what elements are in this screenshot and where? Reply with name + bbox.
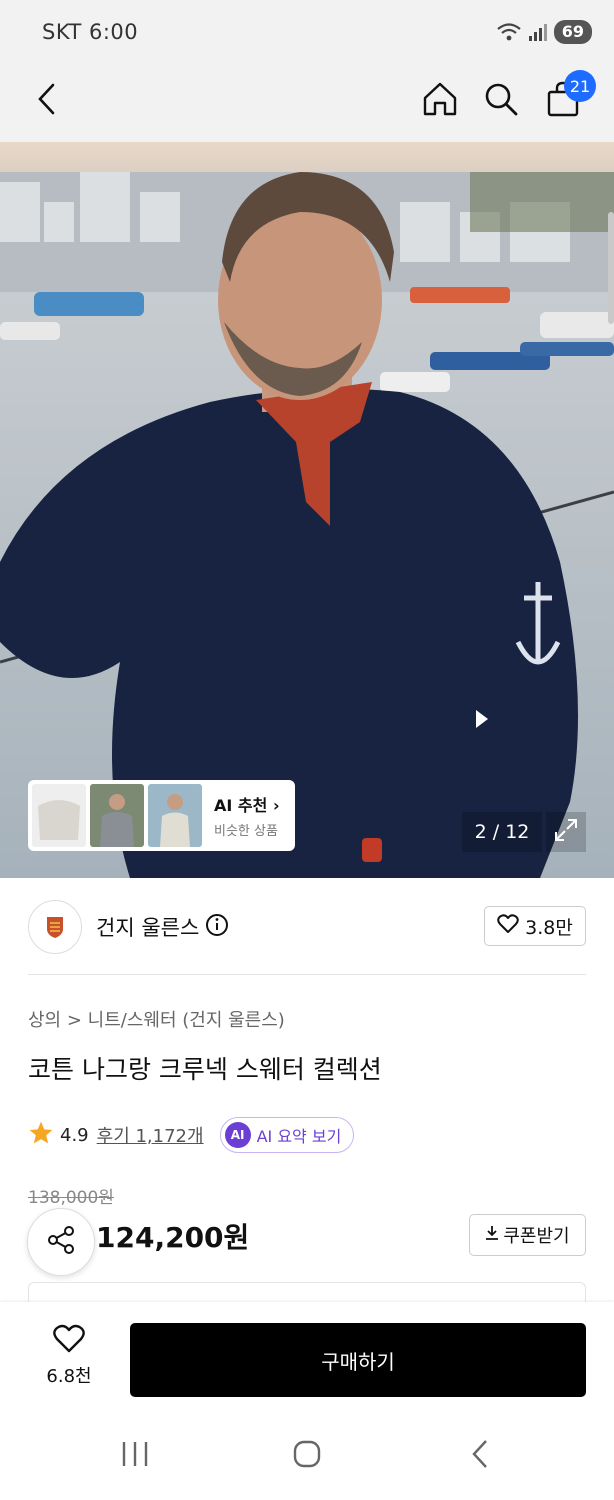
product-photo xyxy=(0,142,614,878)
breadcrumb[interactable]: 상의 > 니트/스웨터 (건지 울른스) xyxy=(28,1006,285,1032)
status-indicators: 69 xyxy=(496,20,592,44)
expand-image-button[interactable] xyxy=(546,812,586,852)
cart-count-badge: 21 xyxy=(564,70,596,102)
heart-icon xyxy=(497,913,519,939)
ai-recommendation-text: AI 추천 › 비슷한 상품 xyxy=(214,792,280,839)
recent-apps-icon xyxy=(120,1440,150,1472)
battery-indicator: 69 xyxy=(553,20,592,44)
ai-recommendation-card[interactable]: AI 추천 › 비슷한 상품 xyxy=(28,780,295,851)
wishlist-count: 6.8천 xyxy=(46,1366,92,1387)
system-home-button[interactable] xyxy=(277,1434,337,1478)
chevron-right-icon: › xyxy=(272,796,280,815)
brand-logo[interactable] xyxy=(28,900,82,954)
recommendation-thumbnail[interactable] xyxy=(90,784,144,847)
coupon-label: 쿠폰받기 xyxy=(503,1226,570,1247)
star-icon xyxy=(28,1120,54,1150)
original-price: 138,000원 xyxy=(28,1188,114,1208)
share-icon xyxy=(45,1224,77,1260)
divider xyxy=(28,974,586,975)
ai-summary-button[interactable]: AI AI 요약 보기 xyxy=(219,1117,355,1153)
top-navigation: 21 xyxy=(0,64,614,142)
image-counter: 2 / 12 xyxy=(462,812,542,852)
chevron-left-icon xyxy=(35,83,59,119)
heart-icon xyxy=(52,1324,86,1358)
product-title: 코튼 나그랑 크루넥 스웨터 컬렉션 xyxy=(28,1055,382,1084)
rating-row: 4.9 후기 1,172개 AI AI 요약 보기 xyxy=(28,1116,355,1154)
wishlist-button[interactable]: 6.8천 xyxy=(28,1324,110,1394)
triangle-right-icon xyxy=(474,710,490,734)
system-back-button[interactable] xyxy=(450,1434,510,1478)
recommendation-thumbnail[interactable] xyxy=(32,784,86,847)
rating-value: 4.9 xyxy=(60,1124,89,1146)
review-count-link[interactable]: 후기 1,172개 xyxy=(97,1122,204,1148)
expand-icon xyxy=(554,818,578,846)
home-icon xyxy=(422,81,458,121)
status-bar: SKT 6:00 69 xyxy=(0,0,614,64)
brand-row: 건지 울른스 3.8만 xyxy=(28,898,586,956)
brand-name-link[interactable]: 건지 울른스 xyxy=(96,912,229,942)
ai-recommendation-subtitle: 비슷한 상품 xyxy=(214,824,278,839)
scroll-indicator xyxy=(608,212,614,324)
recent-apps-button[interactable] xyxy=(105,1434,165,1478)
ai-summary-label: AI 요약 보기 xyxy=(256,1127,342,1146)
download-icon xyxy=(485,1225,499,1246)
system-navigation-bar xyxy=(0,1412,614,1500)
brand-name: 건지 울른스 xyxy=(96,916,200,940)
brand-like-count: 3.8만 xyxy=(525,916,573,939)
home-circle-icon xyxy=(292,1439,322,1473)
search-button[interactable] xyxy=(476,76,526,126)
wifi-icon xyxy=(496,22,522,42)
coupon-button[interactable]: 쿠폰받기 xyxy=(469,1214,586,1256)
share-button[interactable] xyxy=(27,1208,95,1276)
brand-like-button[interactable]: 3.8만 xyxy=(484,906,586,946)
product-image-gallery[interactable]: AI 추천 › 비슷한 상품 2 / 12 xyxy=(0,142,614,878)
home-button[interactable] xyxy=(415,76,465,126)
status-time: SKT 6:00 xyxy=(42,20,139,44)
bottom-action-bar: 6.8천 구매하기 xyxy=(0,1302,614,1412)
ai-badge-icon: AI xyxy=(224,1122,251,1148)
back-chevron-icon xyxy=(470,1439,490,1473)
ai-recommendation-title: AI 추천 › xyxy=(214,796,280,815)
search-icon xyxy=(483,81,519,121)
signal-icon xyxy=(528,22,548,42)
cart-button[interactable]: 21 xyxy=(538,70,596,126)
buy-button[interactable]: 구매하기 xyxy=(130,1323,586,1397)
sale-price: 124,200원 xyxy=(96,1221,250,1254)
back-button[interactable] xyxy=(22,76,72,126)
info-icon[interactable] xyxy=(205,913,229,942)
recommendation-thumbnail[interactable] xyxy=(148,784,202,847)
next-image-button[interactable] xyxy=(474,708,490,734)
